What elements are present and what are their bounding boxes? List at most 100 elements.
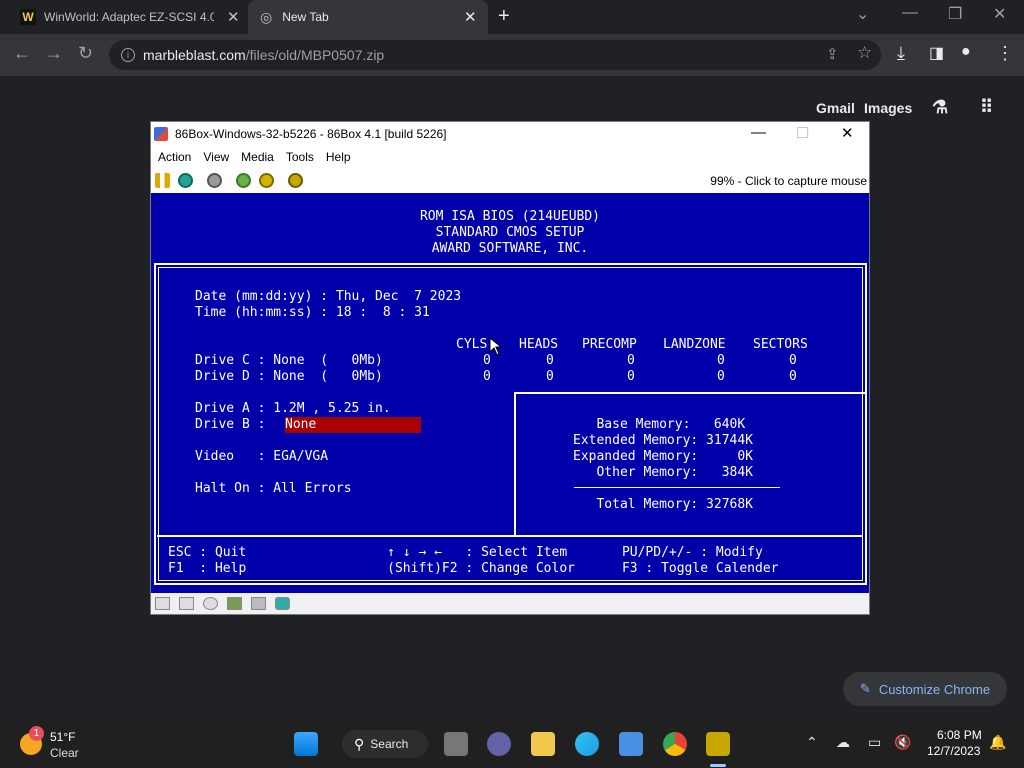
volume-muted-icon[interactable]: 🔇 [894, 734, 911, 751]
drive-a-field[interactable]: Drive A : 1.2M , 5.25 in. [195, 401, 391, 417]
menu-view[interactable]: View [203, 150, 229, 164]
menu-help[interactable]: Help [326, 150, 351, 164]
help-divider [157, 535, 863, 537]
drive-d-field[interactable]: Drive D : None ( 0Mb) [195, 369, 383, 385]
pencil-icon: ✎ [859, 681, 871, 696]
chat-icon[interactable] [487, 732, 511, 756]
drive-b-value[interactable]: None [285, 417, 316, 433]
drive-c-field[interactable]: Drive C : None ( 0Mb) [195, 353, 383, 369]
tab-winworld[interactable]: W WinWorld: Adaptec EZ-SCSI 4.0… ✕ [10, 0, 248, 34]
tab-new-tab[interactable]: ◎ New Tab ✕ [248, 0, 488, 34]
col-landzone: LANDZONE [663, 337, 726, 352]
close-window-icon[interactable]: ✕ [841, 124, 854, 142]
tab-search-icon[interactable]: ⌄ [856, 4, 869, 24]
menu-action[interactable]: Action [158, 150, 191, 164]
sound-icon[interactable] [275, 597, 290, 610]
close-icon[interactable]: ✕ [227, 8, 240, 26]
address-bar[interactable]: i marbleblast.com/files/old/MBP0507.zip [109, 40, 881, 70]
chevron-up-icon[interactable]: ⌃ [806, 734, 818, 751]
cloud-offline-icon[interactable]: ☁ [836, 734, 850, 751]
labs-flask-icon[interactable]: ⚗ [932, 97, 948, 118]
apps-grid-icon[interactable]: ⠿ [980, 97, 993, 118]
notification-badge: 1 [29, 726, 44, 741]
winworld-favicon-icon: W [20, 9, 36, 25]
restore-icon[interactable]: ❐ [948, 4, 962, 24]
bios-vendor: AWARD SOFTWARE, INC. [431, 241, 589, 256]
col-sectors: SECTORS [753, 337, 808, 352]
floppy-b-icon[interactable] [179, 597, 194, 610]
download-icon[interactable]: ⤓ [897, 43, 905, 64]
search-icon: ⚲ [354, 735, 365, 752]
tab-title: New Tab [282, 10, 329, 24]
store-icon[interactable] [619, 732, 643, 756]
bios-screen[interactable]: ROM ISA BIOS (214UEUBD) STANDARD CMOS SE… [151, 193, 869, 593]
power-icon[interactable] [207, 173, 222, 188]
menu-tools[interactable]: Tools [286, 150, 314, 164]
drive-c-sectors: 0 [789, 353, 797, 368]
halt-on-field[interactable]: Halt On : All Errors [195, 481, 352, 497]
share-icon[interactable]: ⇪ [826, 45, 839, 63]
url-path: /files/old/MBP0507.zip [245, 47, 385, 63]
ctrl-alt-del-icon[interactable] [236, 173, 251, 188]
help-line-1: ESC : Quit ↑ ↓ → ← : Select Item PU/PD/+… [168, 545, 763, 560]
chrome-icon[interactable] [663, 732, 687, 756]
notification-bell-icon[interactable]: 🔔 [989, 734, 1006, 751]
pause-icon[interactable] [155, 173, 170, 188]
drive-c-heads: 0 [546, 353, 554, 368]
weather-desc: Clear [50, 746, 79, 760]
side-panel-icon[interactable]: ◨ [929, 43, 944, 63]
site-info-icon[interactable]: i [121, 48, 135, 62]
bookmark-star-icon[interactable]: ☆ [857, 43, 872, 63]
help-line-2: F1 : Help (Shift)F2 : Change Color F3 : … [168, 561, 779, 576]
cdrom-icon[interactable] [203, 597, 218, 610]
close-window-icon[interactable]: ✕ [993, 4, 1006, 24]
reload-icon[interactable]: ↻ [78, 43, 93, 64]
clock-time[interactable]: 6:08 PM [937, 728, 982, 742]
bios-title: ROM ISA BIOS (214UEUBD) [419, 209, 600, 224]
menu-media[interactable]: Media [241, 150, 274, 164]
vm-title-bar[interactable]: 86Box-Windows-32-b5226 - 86Box 4.1 [buil… [151, 122, 869, 146]
total-memory: Total Memory: 32768K [573, 497, 754, 512]
profile-icon[interactable]: ● [961, 43, 971, 61]
start-windows-icon[interactable] [294, 732, 318, 756]
chrome-favicon-icon: ◎ [260, 8, 273, 25]
file-explorer-icon[interactable] [531, 732, 555, 756]
reset-icon[interactable] [178, 173, 193, 188]
forward-icon[interactable]: → [45, 43, 63, 64]
maximize-icon: ☐ [796, 125, 810, 142]
menu-icon[interactable]: ⋮ [996, 43, 1014, 64]
task-view-icon[interactable] [444, 732, 468, 756]
floppy-a-icon[interactable] [155, 597, 170, 610]
url-host: marbleblast.com [143, 47, 246, 63]
weather-widget[interactable]: 1 51°F Clear [18, 726, 98, 762]
display-icon[interactable] [251, 597, 266, 610]
ctrl-alt-esc-icon[interactable] [259, 173, 274, 188]
minimize-icon[interactable]: — [902, 4, 918, 22]
customize-chrome-button[interactable]: ✎ Customize Chrome [843, 672, 1007, 706]
time-field[interactable]: Time (hh:mm:ss) : 18 : 8 : 31 [195, 305, 430, 321]
active-app-indicator [710, 764, 726, 767]
back-icon[interactable]: ← [13, 43, 31, 64]
expanded-memory: Expanded Memory: 0K [573, 449, 754, 464]
video-field[interactable]: Video : EGA/VGA [195, 449, 328, 465]
vm-toolbar: 99% - Click to capture mouse [151, 168, 869, 193]
close-icon[interactable]: ✕ [464, 8, 477, 26]
new-tab-button[interactable]: + [498, 5, 510, 28]
clock-date[interactable]: 12/7/2023 [927, 744, 980, 758]
capture-mouse-status: 99% - Click to capture mouse [710, 173, 867, 188]
edge-icon[interactable] [575, 732, 599, 756]
network-display-icon[interactable]: ▭ [868, 734, 881, 751]
vm-window-title: 86Box-Windows-32-b5226 - 86Box 4.1 [buil… [175, 127, 447, 141]
minimize-icon[interactable]: — [751, 124, 766, 141]
date-field[interactable]: Date (mm:dd:yy) : Thu, Dec 7 2023 [195, 289, 461, 305]
images-link[interactable]: Images [864, 100, 912, 116]
settings-gear-icon[interactable] [288, 173, 303, 188]
other-memory: Other Memory: 384K [573, 465, 754, 480]
gmail-link[interactable]: Gmail [816, 100, 855, 116]
taskbar-search[interactable]: ⚲ Search [342, 730, 428, 758]
col-precomp: PRECOMP [582, 337, 637, 352]
86box-taskbar-icon[interactable] [706, 732, 730, 756]
86box-window: 86Box-Windows-32-b5226 - 86Box 4.1 [buil… [150, 121, 870, 615]
search-label: Search [370, 737, 409, 751]
network-icon[interactable] [227, 597, 242, 610]
